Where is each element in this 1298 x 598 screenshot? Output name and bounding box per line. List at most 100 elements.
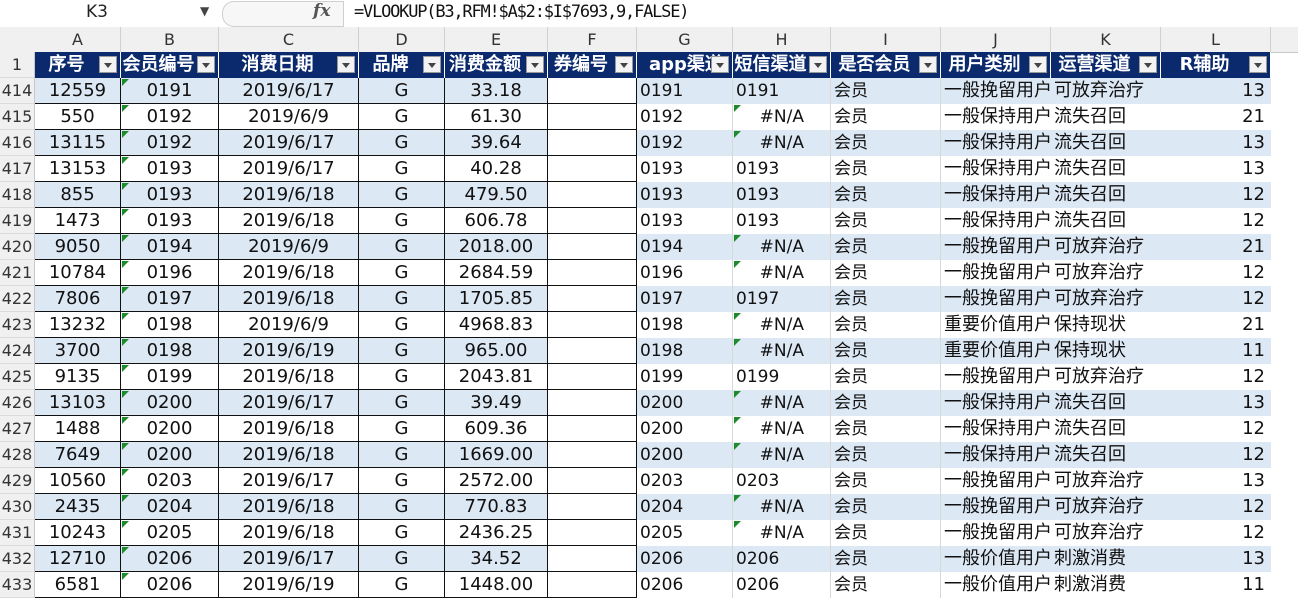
row-header[interactable]: 424 xyxy=(0,338,35,364)
table-cell[interactable]: 一般保持用户 xyxy=(941,442,1052,468)
table-cell[interactable]: 3700 xyxy=(35,338,121,364)
table-cell[interactable]: 0193 xyxy=(637,208,733,234)
table-cell[interactable]: 会员 xyxy=(831,78,941,104)
table-cell[interactable]: 0206 xyxy=(121,572,219,598)
table-cell[interactable]: 0199 xyxy=(637,364,733,390)
table-cell[interactable]: 0192 xyxy=(637,104,733,130)
filter-dropdown-icon[interactable] xyxy=(423,56,441,73)
table-cell[interactable]: 0197 xyxy=(637,286,733,312)
table-cell[interactable]: 可放弃治疗 xyxy=(1051,468,1161,494)
filter-dropdown-icon[interactable] xyxy=(197,56,215,73)
header-cell[interactable]: 消费金额 xyxy=(445,52,548,78)
header-cell[interactable]: app渠道 xyxy=(637,52,733,78)
table-cell[interactable]: 0206 xyxy=(637,572,733,598)
name-box-value[interactable]: K3 xyxy=(86,2,108,22)
table-cell[interactable]: 12 xyxy=(1161,416,1271,442)
table-cell[interactable] xyxy=(548,546,637,572)
table-cell[interactable]: 0194 xyxy=(637,234,733,260)
table-cell[interactable]: 0193 xyxy=(637,156,733,182)
table-cell[interactable]: 0198 xyxy=(121,312,219,338)
header-cell[interactable]: 消费日期 xyxy=(219,52,359,78)
table-cell[interactable]: 11 xyxy=(1161,338,1271,364)
table-cell[interactable]: 会员 xyxy=(831,390,941,416)
table-cell[interactable] xyxy=(548,468,637,494)
table-cell[interactable]: 12 xyxy=(1161,260,1271,286)
table-cell[interactable]: 0193 xyxy=(121,208,219,234)
header-cell[interactable]: 券编号 xyxy=(548,52,637,78)
table-cell[interactable]: 刺激消费 xyxy=(1051,546,1161,572)
table-cell[interactable]: 12559 xyxy=(35,78,121,104)
row-header[interactable]: 417 xyxy=(0,156,35,182)
table-cell[interactable]: 2019/6/17 xyxy=(219,390,359,416)
table-cell[interactable]: 2019/6/9 xyxy=(219,234,359,260)
row-header[interactable]: 422 xyxy=(0,286,35,312)
table-cell[interactable]: #N/A xyxy=(733,260,831,286)
table-cell[interactable]: #N/A xyxy=(733,416,831,442)
table-cell[interactable]: 可放弃治疗 xyxy=(1051,286,1161,312)
table-cell[interactable]: 11 xyxy=(1161,572,1271,598)
column-header-g[interactable]: G xyxy=(637,27,733,52)
table-cell[interactable]: 流失召回 xyxy=(1051,416,1161,442)
table-cell[interactable]: 2019/6/19 xyxy=(219,572,359,598)
table-cell[interactable]: 13 xyxy=(1161,130,1271,156)
row-header[interactable]: 429 xyxy=(0,468,35,494)
table-cell[interactable]: 2019/6/18 xyxy=(219,260,359,286)
table-cell[interactable]: 0203 xyxy=(733,468,831,494)
row-header[interactable]: 427 xyxy=(0,416,35,442)
table-cell[interactable]: 0200 xyxy=(121,390,219,416)
table-cell[interactable]: 0203 xyxy=(121,468,219,494)
table-cell[interactable]: 会员 xyxy=(831,104,941,130)
table-cell[interactable]: 流失召回 xyxy=(1051,182,1161,208)
table-cell[interactable]: 12 xyxy=(1161,364,1271,390)
table-cell[interactable]: 12 xyxy=(1161,442,1271,468)
table-cell[interactable]: 34.52 xyxy=(445,546,548,572)
table-cell[interactable]: 39.64 xyxy=(445,130,548,156)
table-cell[interactable]: #N/A xyxy=(733,234,831,260)
table-cell[interactable]: 0206 xyxy=(637,546,733,572)
table-cell[interactable]: 一般价值用户 xyxy=(941,572,1052,598)
table-cell[interactable]: 2043.81 xyxy=(445,364,548,390)
row-header[interactable]: 433 xyxy=(0,572,35,598)
table-cell[interactable]: 会员 xyxy=(831,572,941,598)
table-cell[interactable] xyxy=(548,260,637,286)
table-cell[interactable] xyxy=(548,338,637,364)
table-cell[interactable]: G xyxy=(359,182,445,208)
table-cell[interactable]: 6581 xyxy=(35,572,121,598)
table-cell[interactable]: G xyxy=(359,78,445,104)
table-cell[interactable]: 4968.83 xyxy=(445,312,548,338)
table-cell[interactable]: G xyxy=(359,416,445,442)
table-cell[interactable]: 2019/6/17 xyxy=(219,156,359,182)
table-cell[interactable] xyxy=(548,286,637,312)
table-cell[interactable]: 21 xyxy=(1161,234,1271,260)
table-cell[interactable]: 7649 xyxy=(35,442,121,468)
table-cell[interactable]: 会员 xyxy=(831,208,941,234)
table-cell[interactable]: 会员 xyxy=(831,260,941,286)
table-cell[interactable]: 可放弃治疗 xyxy=(1051,78,1161,104)
table-cell[interactable]: 0200 xyxy=(121,416,219,442)
table-cell[interactable]: 0199 xyxy=(121,364,219,390)
table-cell[interactable]: 0199 xyxy=(733,364,831,390)
table-cell[interactable]: 2019/6/9 xyxy=(219,312,359,338)
table-cell[interactable]: 一般价值用户 xyxy=(941,546,1052,572)
table-cell[interactable]: 2019/6/19 xyxy=(219,338,359,364)
table-cell[interactable]: 2019/6/18 xyxy=(219,364,359,390)
table-cell[interactable]: 10560 xyxy=(35,468,121,494)
table-cell[interactable] xyxy=(548,234,637,260)
table-cell[interactable]: #N/A xyxy=(733,338,831,364)
table-cell[interactable]: 可放弃治疗 xyxy=(1051,234,1161,260)
table-cell[interactable]: G xyxy=(359,546,445,572)
row-header[interactable]: 421 xyxy=(0,260,35,286)
table-cell[interactable] xyxy=(548,390,637,416)
table-cell[interactable]: 21 xyxy=(1161,104,1271,130)
table-cell[interactable]: 9135 xyxy=(35,364,121,390)
table-cell[interactable]: 一般保持用户 xyxy=(941,104,1052,130)
table-cell[interactable]: 0200 xyxy=(637,416,733,442)
table-cell[interactable]: 0200 xyxy=(637,442,733,468)
table-cell[interactable]: 重要价值用户 xyxy=(941,312,1052,338)
table-cell[interactable]: 会员 xyxy=(831,494,941,520)
table-cell[interactable] xyxy=(548,208,637,234)
table-cell[interactable]: 0193 xyxy=(121,156,219,182)
table-cell[interactable]: 2019/6/18 xyxy=(219,442,359,468)
table-cell[interactable]: 0196 xyxy=(637,260,733,286)
filter-dropdown-icon[interactable] xyxy=(1139,56,1157,73)
